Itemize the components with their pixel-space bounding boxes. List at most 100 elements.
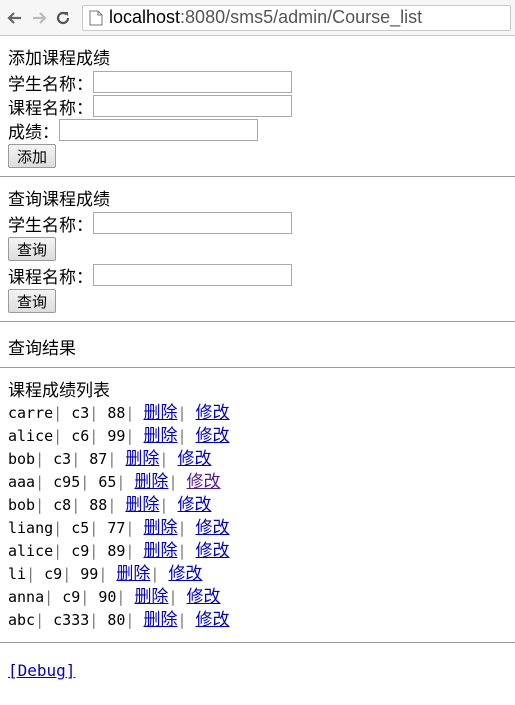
student-name: alice <box>8 542 54 560</box>
browser-toolbar: localhost:8080/sms5/admin/Course_list <box>0 0 515 36</box>
separator: | <box>168 473 178 491</box>
forward-arrow-icon <box>33 11 47 24</box>
delete-link[interactable]: 删除 <box>116 564 150 584</box>
add-student-row: 学生名称： <box>8 70 507 95</box>
delete-link[interactable]: 删除 <box>125 495 159 515</box>
grade-row: alice| c9| 89| 删除| 修改 <box>8 540 507 563</box>
add-button[interactable]: 添加 <box>8 144 57 168</box>
separator: | <box>89 542 99 560</box>
separator: | <box>177 404 187 422</box>
edit-link[interactable]: 修改 <box>177 495 211 515</box>
score-value: 88 <box>107 404 126 422</box>
separator: | <box>177 519 187 537</box>
separator: | <box>71 450 81 468</box>
back-button[interactable] <box>4 7 26 29</box>
address-bar[interactable]: localhost:8080/sms5/admin/Course_list <box>82 4 511 31</box>
student-name: bob <box>8 496 36 514</box>
edit-link[interactable]: 修改 <box>196 426 230 446</box>
course-name: c8 <box>53 496 72 514</box>
divider <box>0 321 515 322</box>
add-student-input[interactable] <box>93 71 292 93</box>
divider <box>0 176 515 177</box>
separator: | <box>98 565 108 583</box>
separator: | <box>159 450 169 468</box>
query-section-title: 查询课程成绩 <box>8 190 110 210</box>
separator: | <box>125 427 135 445</box>
delete-link[interactable]: 删除 <box>134 587 168 607</box>
separator: | <box>89 427 99 445</box>
separator: | <box>53 519 63 537</box>
separator: | <box>35 496 45 514</box>
add-course-input[interactable] <box>93 95 292 117</box>
separator: | <box>168 588 178 606</box>
add-student-label: 学生名称： <box>8 74 93 95</box>
edit-link[interactable]: 修改 <box>196 403 230 423</box>
student-name: bob <box>8 450 36 468</box>
separator: | <box>116 473 126 491</box>
grade-row: carre| c3| 88| 删除| 修改 <box>8 402 507 425</box>
delete-link[interactable]: 删除 <box>143 610 177 630</box>
add-section-title: 添加课程成绩 <box>8 49 110 69</box>
grade-row: abc| c333| 80| 删除| 修改 <box>8 609 507 632</box>
edit-link[interactable]: 修改 <box>196 518 230 538</box>
query-course-button[interactable]: 查询 <box>8 289 57 313</box>
course-name: c3 <box>71 404 90 422</box>
separator: | <box>80 473 90 491</box>
edit-link[interactable]: 修改 <box>187 587 221 607</box>
edit-link[interactable]: 修改 <box>196 541 230 561</box>
grade-row: liang| c5| 77| 删除| 修改 <box>8 517 507 540</box>
score-value: 77 <box>107 519 126 537</box>
separator: | <box>125 542 135 560</box>
url-host: localhost <box>109 7 181 27</box>
delete-link[interactable]: 删除 <box>134 472 168 492</box>
query-course-input[interactable] <box>93 264 292 286</box>
reload-icon <box>56 11 70 24</box>
divider <box>0 367 515 368</box>
score-value: 87 <box>89 450 108 468</box>
edit-link[interactable]: 修改 <box>196 610 230 630</box>
edit-link[interactable]: 修改 <box>168 564 202 584</box>
separator: | <box>177 542 187 560</box>
separator: | <box>53 542 63 560</box>
separator: | <box>89 404 99 422</box>
course-name: c5 <box>71 519 90 537</box>
separator: | <box>80 588 90 606</box>
separator: | <box>44 588 54 606</box>
delete-link[interactable]: 删除 <box>143 426 177 446</box>
edit-link[interactable]: 修改 <box>187 472 221 492</box>
delete-link[interactable]: 删除 <box>143 518 177 538</box>
query-course-label: 课程名称： <box>8 267 93 288</box>
separator: | <box>53 404 63 422</box>
query-student-input[interactable] <box>93 212 292 234</box>
forward-button[interactable] <box>28 7 50 29</box>
query-student-row: 学生名称： <box>8 211 507 236</box>
course-name: c9 <box>62 588 81 606</box>
list-title: 课程成绩列表 <box>8 381 110 401</box>
result-title: 查询结果 <box>8 339 76 359</box>
url-path: :8080/sms5/admin/Course_list <box>180 7 423 27</box>
debug-link[interactable]: [Debug] <box>8 661 75 680</box>
grade-list: carre| c3| 88| 删除| 修改 alice| c6| 99| 删除| … <box>8 402 507 632</box>
separator: | <box>35 611 45 629</box>
edit-link[interactable]: 修改 <box>177 449 211 469</box>
delete-link[interactable]: 删除 <box>143 403 177 423</box>
back-arrow-icon <box>7 11 21 24</box>
separator: | <box>159 496 169 514</box>
delete-link[interactable]: 删除 <box>143 541 177 561</box>
delete-link[interactable]: 删除 <box>125 449 159 469</box>
course-name: c3 <box>53 450 72 468</box>
student-name: abc <box>8 611 36 629</box>
query-student-button[interactable]: 查询 <box>8 237 57 261</box>
add-score-input[interactable] <box>59 119 258 141</box>
divider <box>0 642 515 643</box>
score-value: 99 <box>107 427 126 445</box>
add-course-row: 课程名称： <box>8 94 507 119</box>
page-content: 添加课程成绩 学生名称： 课程名称： 成绩： 添加 查询课程成绩 学生名称： 查… <box>0 48 515 680</box>
separator: | <box>35 473 45 491</box>
reload-button[interactable] <box>52 7 74 29</box>
grade-row: anna| c9| 90| 删除| 修改 <box>8 586 507 609</box>
score-value: 80 <box>107 611 126 629</box>
student-name: aaa <box>8 473 36 491</box>
separator: | <box>26 565 36 583</box>
separator: | <box>125 611 135 629</box>
